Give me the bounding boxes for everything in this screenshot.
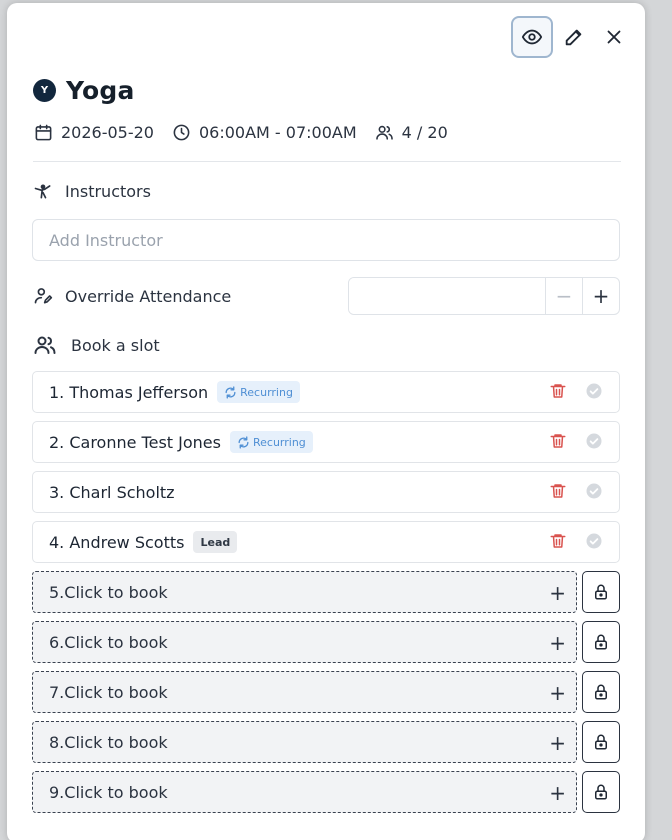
view-button[interactable] [511,16,553,58]
add-booking-icon[interactable]: + [549,731,566,755]
recurring-icon [225,385,236,399]
click-to-book-text: 6.Click to book [49,632,168,652]
override-attendance-input[interactable] [349,278,545,314]
users-icon [375,125,393,140]
eye-icon [521,29,543,45]
recurring-badge-text: Recurring [252,435,306,449]
override-attendance-label-text: Override Attendance [65,286,232,306]
check-circle-icon[interactable] [585,532,603,550]
add-booking-icon[interactable]: + [549,631,566,655]
lock-slot-button[interactable] [582,771,620,813]
trash-icon[interactable] [549,532,567,550]
override-attendance-label: Override Attendance [33,286,231,306]
check-circle-icon[interactable] [585,432,603,450]
instructors-label: Instructors [33,181,151,201]
clock-icon [173,124,190,141]
check-circle-icon[interactable] [585,382,603,400]
recurring-badge: Recurring [229,431,313,453]
increment-button[interactable]: + [582,278,619,314]
recurring-badge: Recurring [217,381,300,403]
booked-slot-row[interactable]: 1. Thomas Jefferson Recurring [32,371,620,413]
row-actions [549,482,603,500]
click-to-book-text: 9.Click to book [49,782,168,802]
row-actions [549,432,603,450]
add-instructor-input[interactable] [32,219,620,261]
empty-slot-row[interactable]: 7.Click to book + [32,671,577,713]
lock-slot-button[interactable] [582,671,620,713]
lock-icon [595,734,607,750]
instructors-label-text: Instructors [65,181,151,201]
booked-slot-row[interactable]: 2. Caronne Test Jones Recurring [32,421,620,463]
pencil-icon [565,29,582,46]
event-capacity: 4 / 20 [375,123,448,142]
calendar-icon [35,124,52,141]
close-icon [607,30,621,44]
edit-button[interactable] [553,16,595,58]
trash-icon[interactable] [549,432,567,450]
event-time: 06:00AM - 07:00AM [172,123,357,142]
add-booking-icon[interactable]: + [549,681,566,705]
event-title-row: Y Yoga [33,76,135,105]
recurring-icon [238,435,249,449]
click-to-book-text: 7.Click to book [49,682,168,702]
lead-badge: Lead [193,531,238,553]
row-actions [549,382,603,400]
recurring-badge-text: Recurring [240,385,293,399]
row-actions [549,532,603,550]
event-date-text: 2026-05-20 [61,123,154,142]
attendee-name: 2. Caronne Test Jones [49,432,221,452]
empty-slot-row[interactable]: 9.Click to book + [32,771,577,813]
attendee-name: 4. Andrew Scotts [49,532,185,552]
lock-icon [595,684,607,700]
booked-slot-row[interactable]: 3. Charl Scholtz [32,471,620,513]
empty-slot-row[interactable]: 8.Click to book + [32,721,577,763]
stretch-person-icon [34,184,51,199]
check-circle-icon[interactable] [585,482,603,500]
close-button[interactable] [593,16,635,58]
override-attendance-stepper: − + [348,277,620,315]
event-capacity-text: 4 / 20 [401,123,448,142]
trash-icon[interactable] [549,482,567,500]
class-detail-modal: Y Yoga 2026-05-20 06:00AM - 07:00AM 4 / … [7,3,645,840]
lock-slot-button[interactable] [582,571,620,613]
lock-icon [595,584,607,600]
divider [33,161,621,162]
event-meta: 2026-05-20 06:00AM - 07:00AM 4 / 20 [34,123,466,142]
event-date: 2026-05-20 [34,123,154,142]
event-badge: Y [33,79,56,102]
lock-slot-button[interactable] [582,721,620,763]
add-booking-icon[interactable]: + [549,581,566,605]
attendee-name: 1. Thomas Jefferson [49,382,209,402]
attendee-name: 3. Charl Scholtz [49,482,175,502]
user-edit-icon [34,288,53,304]
users-icon [34,336,56,354]
add-booking-icon[interactable]: + [549,781,566,805]
empty-slot-row[interactable]: 5.Click to book + [32,571,577,613]
booked-slot-row[interactable]: 4. Andrew Scotts Lead [32,521,620,563]
decrement-button[interactable]: − [545,278,582,314]
event-time-text: 06:00AM - 07:00AM [198,123,357,142]
lock-icon [595,784,607,800]
page-title: Yoga [66,76,135,105]
click-to-book-text: 8.Click to book [49,732,168,752]
book-slot-label: Book a slot [33,333,160,357]
book-slot-label-text: Book a slot [71,335,160,355]
trash-icon[interactable] [549,382,567,400]
click-to-book-text: 5.Click to book [49,582,168,602]
lock-slot-button[interactable] [582,621,620,663]
lock-icon [595,634,607,650]
empty-slot-row[interactable]: 6.Click to book + [32,621,577,663]
